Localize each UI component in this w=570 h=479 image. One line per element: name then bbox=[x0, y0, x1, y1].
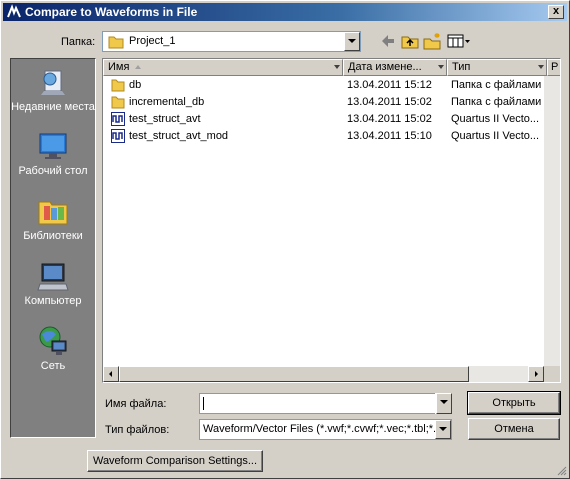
filetype-label: Тип файлов: bbox=[105, 424, 170, 436]
file-name: test_struct_avt_mod bbox=[129, 130, 229, 142]
place-network[interactable]: Сеть bbox=[11, 324, 95, 373]
horizontal-scrollbar[interactable] bbox=[103, 366, 544, 382]
chevron-down-icon[interactable] bbox=[436, 393, 452, 414]
file-date: 13.04.2011 15:10 bbox=[347, 130, 432, 142]
file-date: 13.04.2011 15:12 bbox=[347, 79, 432, 91]
recent-places-icon bbox=[41, 70, 65, 95]
column-header-name[interactable]: Имя bbox=[103, 59, 343, 76]
place-recent-label: Недавние места bbox=[11, 101, 95, 113]
libraries-icon bbox=[38, 201, 68, 225]
place-recent[interactable]: Недавние места bbox=[11, 65, 95, 114]
scroll-thumb[interactable] bbox=[119, 366, 469, 382]
filename-field[interactable] bbox=[199, 393, 452, 414]
file-row[interactable]: test_struct_avt_mod 13.04.2011 15:10 Qua… bbox=[103, 128, 560, 144]
file-row[interactable]: test_struct_avt 13.04.2011 15:02 Quartus… bbox=[103, 111, 560, 127]
scrollbar-corner bbox=[544, 366, 560, 382]
place-desktop-label: Рабочий стол bbox=[18, 165, 88, 177]
file-list[interactable]: Имя Дата измене... Тип Р db 13.04.2011 1… bbox=[102, 58, 561, 383]
scroll-left-button[interactable] bbox=[103, 366, 119, 382]
open-button[interactable]: Открыть bbox=[467, 391, 561, 415]
place-desktop[interactable]: Рабочий стол bbox=[11, 131, 95, 178]
chevron-down-icon[interactable] bbox=[435, 420, 451, 439]
column-header-size[interactable]: Р bbox=[547, 59, 560, 76]
sort-ascending-icon bbox=[135, 65, 141, 69]
file-date: 13.04.2011 15:02 bbox=[347, 113, 432, 125]
filetype-value: Waveform/Vector Files (*.vwf;*.cvwf;*.ve… bbox=[203, 423, 435, 435]
close-icon: x bbox=[552, 5, 560, 17]
desktop-icon bbox=[39, 133, 67, 159]
file-name: incremental_db bbox=[129, 96, 205, 108]
lookin-value: Project_1 bbox=[129, 35, 176, 47]
place-network-label: Сеть bbox=[40, 360, 66, 372]
column-menu-icon[interactable] bbox=[538, 65, 544, 69]
folder-icon bbox=[111, 96, 125, 109]
column-menu-icon[interactable] bbox=[438, 65, 444, 69]
waveform-file-icon bbox=[111, 129, 125, 143]
file-date: 13.04.2011 15:02 bbox=[347, 96, 432, 108]
file-type: Quartus II Vecto... bbox=[451, 130, 540, 142]
arrow-left-icon bbox=[109, 371, 112, 377]
network-icon bbox=[39, 326, 67, 355]
lookin-dropdown-arrow[interactable] bbox=[344, 32, 360, 51]
place-computer-label: Компьютер bbox=[24, 295, 82, 307]
place-computer[interactable]: Компьютер bbox=[11, 261, 95, 308]
place-libraries[interactable]: Библиотеки bbox=[11, 196, 95, 243]
filetype-combo[interactable]: Waveform/Vector Files (*.vwf;*.cvwf;*.ve… bbox=[199, 419, 452, 440]
waveform-file-icon bbox=[111, 112, 125, 126]
place-libraries-label: Библиотеки bbox=[23, 230, 83, 242]
file-type: Папка с файлами bbox=[451, 96, 542, 108]
file-row[interactable]: db 13.04.2011 15:12 Папка с файлами bbox=[103, 77, 560, 93]
lookin-combo[interactable]: Project_1 bbox=[102, 31, 361, 52]
close-button[interactable]: x bbox=[548, 5, 564, 19]
arrow-right-icon bbox=[535, 371, 538, 377]
file-name: test_struct_avt bbox=[129, 113, 201, 125]
file-type: Quartus II Vecto... bbox=[451, 113, 540, 125]
cancel-button[interactable]: Отмена bbox=[468, 418, 560, 440]
dialog-window: Compare to Waveforms in File x Папка: Pr… bbox=[0, 0, 570, 479]
column-header-type[interactable]: Тип bbox=[447, 59, 547, 76]
filename-label: Имя файла: bbox=[105, 398, 167, 410]
resize-grip-icon[interactable] bbox=[555, 464, 567, 476]
view-menu-icon[interactable] bbox=[446, 31, 472, 51]
window-title: Compare to Waveforms in File bbox=[25, 5, 198, 19]
waveform-comparison-settings-button[interactable]: Waveform Comparison Settings... bbox=[87, 450, 263, 472]
back-icon[interactable] bbox=[378, 31, 398, 51]
folder-icon bbox=[111, 79, 125, 92]
folder-icon bbox=[108, 36, 124, 49]
text-caret bbox=[203, 397, 204, 410]
file-name: db bbox=[129, 79, 142, 91]
file-row[interactable]: incremental_db 13.04.2011 15:02 Папка с … bbox=[103, 94, 560, 110]
quartus-app-icon bbox=[7, 4, 21, 18]
lookin-label: Папка: bbox=[61, 36, 96, 48]
computer-icon bbox=[37, 263, 69, 291]
vertical-scrollbar[interactable] bbox=[544, 76, 560, 366]
up-folder-icon[interactable] bbox=[400, 31, 420, 51]
filename-dropdown[interactable] bbox=[435, 393, 452, 414]
file-type: Папка с файлами bbox=[451, 79, 542, 91]
title-bar[interactable]: Compare to Waveforms in File x bbox=[3, 3, 567, 21]
scroll-right-button[interactable] bbox=[528, 366, 544, 382]
column-menu-icon[interactable] bbox=[334, 65, 340, 69]
new-folder-icon[interactable] bbox=[422, 31, 442, 51]
column-header-date[interactable]: Дата измене... bbox=[343, 59, 447, 76]
places-bar: Недавние места Рабочий стол Библиотеки К… bbox=[10, 58, 96, 438]
